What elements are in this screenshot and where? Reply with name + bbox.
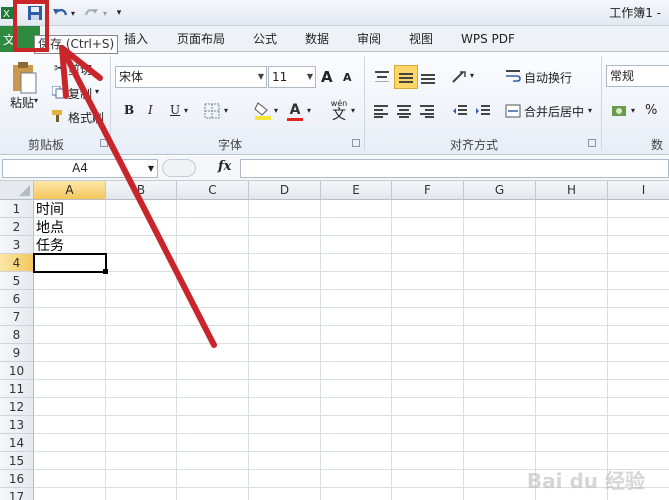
annotation-arrow [59,45,217,348]
